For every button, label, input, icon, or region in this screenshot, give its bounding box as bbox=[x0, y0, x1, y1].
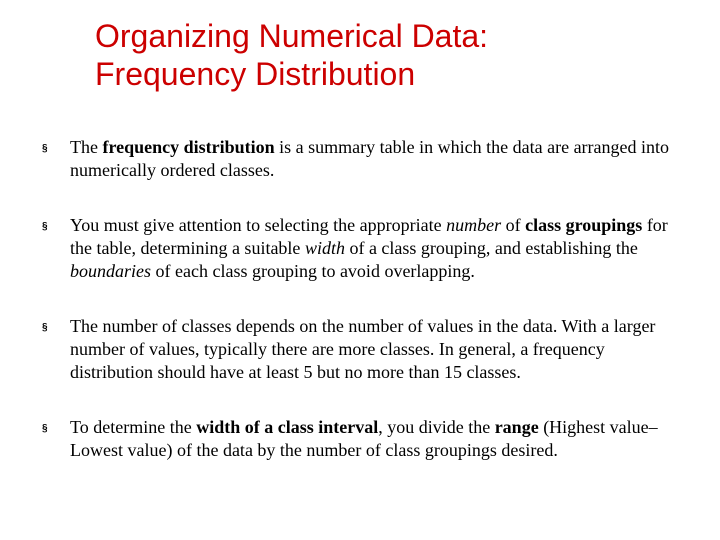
bullet-text: To determine the width of a class interv… bbox=[70, 416, 680, 462]
bullet-list: § The frequency distribution is a summar… bbox=[40, 136, 680, 462]
list-item: § The frequency distribution is a summar… bbox=[40, 136, 680, 182]
bullet-icon: § bbox=[40, 416, 70, 436]
list-item: § To determine the width of a class inte… bbox=[40, 416, 680, 462]
bullet-icon: § bbox=[40, 136, 70, 156]
slide-title: Organizing Numerical Data: Frequency Dis… bbox=[95, 18, 680, 94]
bullet-text: The frequency distribution is a summary … bbox=[70, 136, 680, 182]
list-item: § You must give attention to selecting t… bbox=[40, 214, 680, 283]
list-item: § The number of classes depends on the n… bbox=[40, 315, 680, 384]
title-line-2: Frequency Distribution bbox=[95, 56, 415, 92]
bullet-icon: § bbox=[40, 214, 70, 234]
title-line-1: Organizing Numerical Data: bbox=[95, 18, 488, 54]
slide: Organizing Numerical Data: Frequency Dis… bbox=[0, 0, 720, 514]
bullet-text: The number of classes depends on the num… bbox=[70, 315, 680, 384]
bullet-text: You must give attention to selecting the… bbox=[70, 214, 680, 283]
bullet-icon: § bbox=[40, 315, 70, 335]
